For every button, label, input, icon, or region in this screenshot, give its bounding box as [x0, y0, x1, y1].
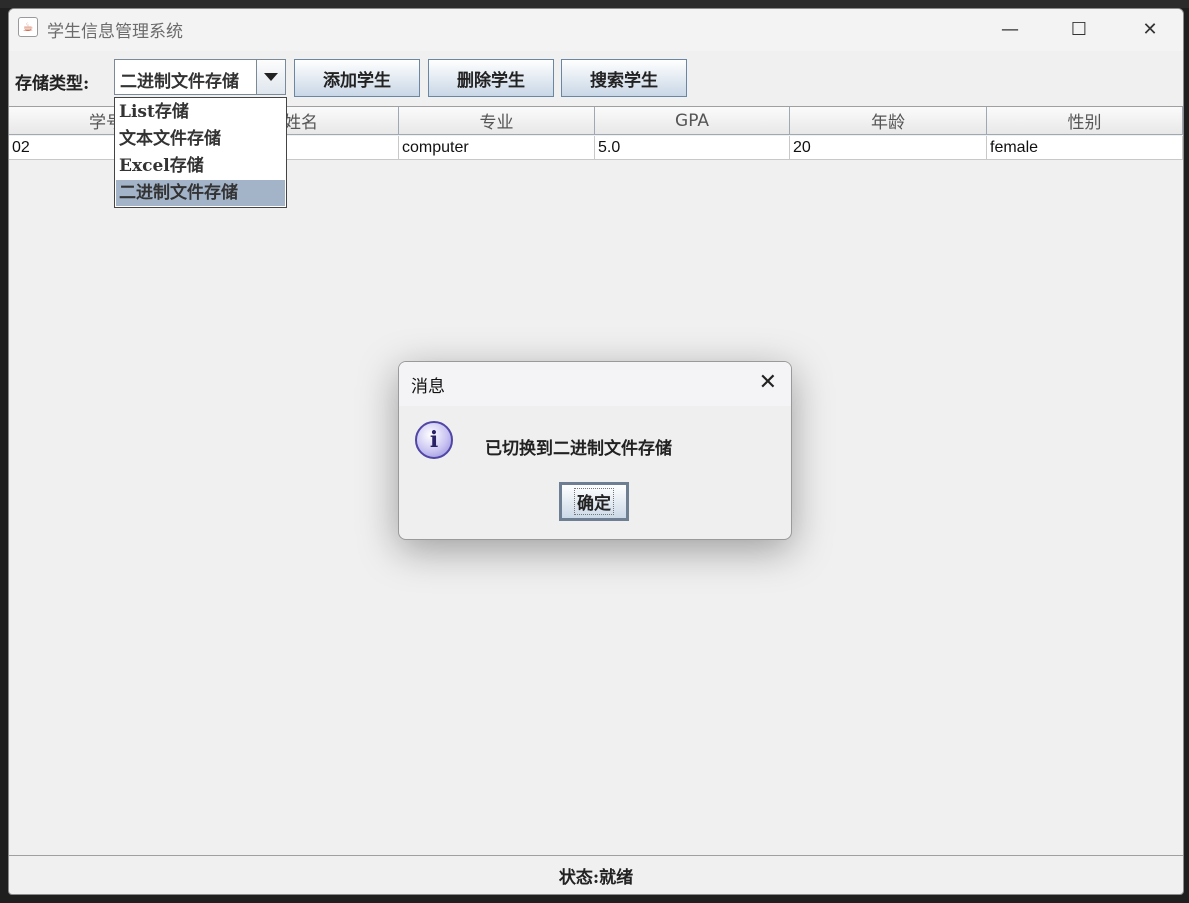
combo-arrow-button[interactable]: [256, 60, 285, 94]
close-icon: ✕: [1142, 18, 1158, 40]
column-header[interactable]: 年龄: [790, 107, 987, 135]
column-header[interactable]: 专业: [399, 107, 595, 135]
dialog-title: 消息: [411, 377, 445, 397]
dialog-message: 已切换到二进制文件存储: [485, 439, 672, 459]
ok-button[interactable]: 确定: [559, 482, 629, 521]
dropdown-option-list[interactable]: List存储: [116, 99, 285, 125]
add-student-button[interactable]: 添加学生: [294, 59, 420, 97]
ok-button-label: 确定: [574, 488, 614, 515]
dropdown-option-excel[interactable]: Excel存储: [116, 153, 285, 179]
column-header[interactable]: GPA: [595, 107, 790, 135]
storage-type-value: 二进制文件存储: [120, 72, 239, 92]
storage-type-combo[interactable]: 二进制文件存储: [114, 59, 286, 95]
search-student-button[interactable]: 搜索学生: [561, 59, 687, 97]
storage-type-dropdown: List存储 文本文件存储 Excel存储 二进制文件存储: [114, 97, 287, 208]
desktop-background: [0, 0, 1189, 8]
column-header[interactable]: 性别: [987, 107, 1183, 135]
table-cell[interactable]: 20: [790, 136, 987, 160]
chevron-down-icon: [264, 73, 278, 81]
status-text: 状态:就绪: [558, 868, 634, 888]
storage-type-label: 存储类型:: [15, 74, 90, 94]
minimize-button[interactable]: —: [987, 9, 1033, 49]
delete-student-button[interactable]: 删除学生: [428, 59, 554, 97]
dropdown-option-text-file[interactable]: 文本文件存储: [116, 126, 285, 152]
title-bar: ☕ 学生信息管理系统 — ☐ ✕: [9, 9, 1183, 51]
status-bar: 状态:就绪: [9, 855, 1183, 894]
maximize-button[interactable]: ☐: [1056, 9, 1102, 49]
dialog-title-bar: 消息 ✕: [399, 362, 791, 406]
table-cell[interactable]: female: [987, 136, 1183, 160]
dialog-close-button[interactable]: ✕: [759, 370, 777, 395]
minimize-icon: —: [1001, 18, 1019, 40]
java-coffee-icon: ☕: [18, 17, 38, 37]
info-icon: i: [415, 421, 453, 459]
table-cell[interactable]: computer: [399, 136, 595, 160]
dropdown-option-binary-file[interactable]: 二进制文件存储: [116, 180, 285, 206]
maximize-icon: ☐: [1070, 18, 1088, 40]
close-button[interactable]: ✕: [1127, 9, 1173, 49]
window-title: 学生信息管理系统: [47, 22, 183, 42]
message-dialog: 消息 ✕ i 已切换到二进制文件存储 确定: [398, 361, 792, 540]
table-cell[interactable]: 5.0: [595, 136, 790, 160]
